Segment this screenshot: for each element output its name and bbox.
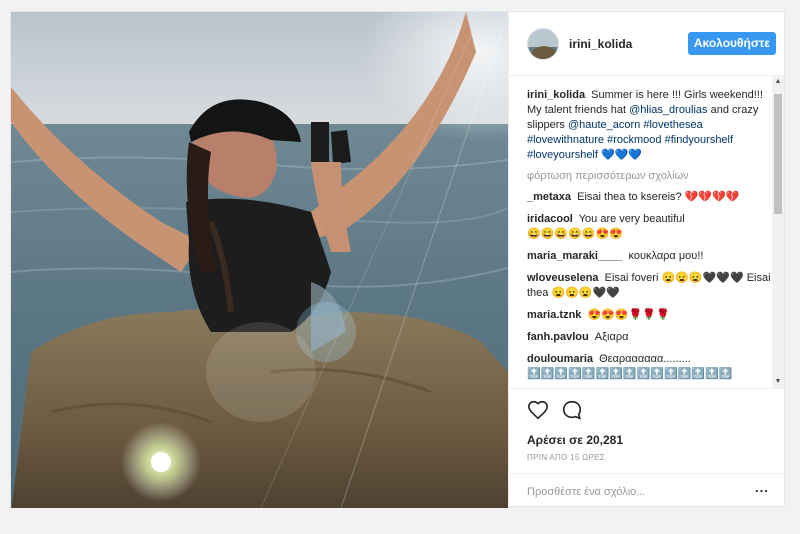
comment-username[interactable]: maria.tznk [527, 309, 581, 321]
likes-count[interactable]: Αρέσει σε 20,281 [527, 433, 623, 447]
caption-line2-a: My talent friends hat [527, 104, 627, 116]
comment-emoji: 😍😍😍🌹🌹🌹 [587, 309, 670, 321]
comment-text: Eisai foveri [604, 272, 659, 284]
comment-item: fanh.pavlou Αξιαρα [527, 330, 771, 345]
add-comment-input[interactable] [527, 483, 727, 501]
comment-text: Αξιαρα [594, 331, 629, 343]
avatar[interactable] [527, 28, 559, 60]
post-timestamp: ΠΡΙΝ ΑΠΟ 15 ΩΡΕΣ [527, 453, 605, 462]
comment-username[interactable]: fanh.pavlou [527, 331, 589, 343]
comment-username[interactable]: _metaxa [527, 191, 571, 203]
speech-bubble-icon[interactable] [561, 399, 583, 421]
post-actions: Αρέσει σε 20,281 ΠΡΙΝ ΑΠΟ 15 ΩΡΕΣ ... [509, 388, 787, 508]
comment-item: iridacool You are very beautiful 😄😄😄😄😄😍😍 [527, 212, 771, 242]
comment-text: Eisai thea to ksereis? [577, 191, 682, 203]
header-username[interactable]: irini_kolida [569, 37, 632, 51]
caption-text: Summer is here !!! Girls weekend!!! [591, 89, 763, 101]
comment-item: douloumaria Θεαραααααα......... 🔝🔝🔝🔝🔝🔝🔝🔝… [527, 352, 771, 382]
post-photo [11, 12, 508, 508]
load-more-comments[interactable]: φόρτωση περισσότερων σχολίων [527, 169, 771, 184]
comments-scrollbar[interactable]: ▲ ▼ [772, 76, 784, 388]
comment-username[interactable]: douloumaria [527, 353, 593, 365]
scroll-down-arrow-icon[interactable]: ▼ [772, 376, 784, 388]
comment-item: wloveuselena Eisai foveri 😦😦😦🖤🖤🖤 Eisai t… [527, 271, 771, 301]
comment-username[interactable]: iridacool [527, 213, 573, 225]
comment-username[interactable]: wloveuselena [527, 272, 599, 284]
caption-mention-2[interactable]: @haute_acorn [568, 119, 640, 131]
caption: irini_kolida Summer is here !!! Girls we… [527, 88, 771, 163]
comment-emoji: 😦😦😦🖤🖤🖤 [661, 272, 744, 284]
heart-outline-icon[interactable] [527, 399, 549, 421]
caption-mention-1[interactable]: @hlias_droulias [629, 104, 707, 116]
add-comment-bar: ... [509, 473, 787, 509]
scroll-up-arrow-icon[interactable]: ▲ [772, 76, 784, 88]
comments-list: irini_kolida Summer is here !!! Girls we… [509, 76, 787, 388]
comment-text: κουκλαρα μου!! [628, 250, 704, 262]
caption-username[interactable]: irini_kolida [527, 89, 585, 101]
more-options-button[interactable]: ... [755, 480, 769, 495]
post-side-panel: irini_kolida Ακολουθήστε irini_kolida Su… [508, 12, 787, 508]
follow-button[interactable]: Ακολουθήστε [688, 32, 776, 55]
comment-emoji: 💔💔💔💔 [684, 191, 740, 203]
comment-emoji: 🔝🔝🔝🔝🔝🔝🔝🔝🔝🔝🔝🔝🔝🔝🔝 [527, 368, 733, 380]
comment-emoji-2: 😦😦😦🖤🖤 [551, 287, 620, 299]
comment-text: You are very beautiful [578, 213, 685, 225]
post-modal: irini_kolida Ακολουθήστε irini_kolida Su… [10, 11, 787, 508]
caption-emoji: 💙💙💙 [601, 149, 643, 161]
post-header: irini_kolida Ακολουθήστε [509, 12, 787, 76]
comment-text: Θεαραααααα......... [599, 353, 691, 365]
post-photo-illustration [11, 12, 508, 508]
comment-item: maria.tznk 😍😍😍🌹🌹🌹 [527, 308, 771, 323]
scroll-thumb[interactable] [774, 94, 782, 214]
comment-username[interactable]: maria_maraki____ [527, 250, 622, 262]
comment-emoji: 😄😄😄😄😄😍😍 [527, 228, 623, 240]
comment-item: _metaxa Eisai thea to ksereis? 💔💔💔💔 [527, 190, 771, 205]
comment-item: maria_maraki____ κουκλαρα μου!! [527, 249, 771, 264]
